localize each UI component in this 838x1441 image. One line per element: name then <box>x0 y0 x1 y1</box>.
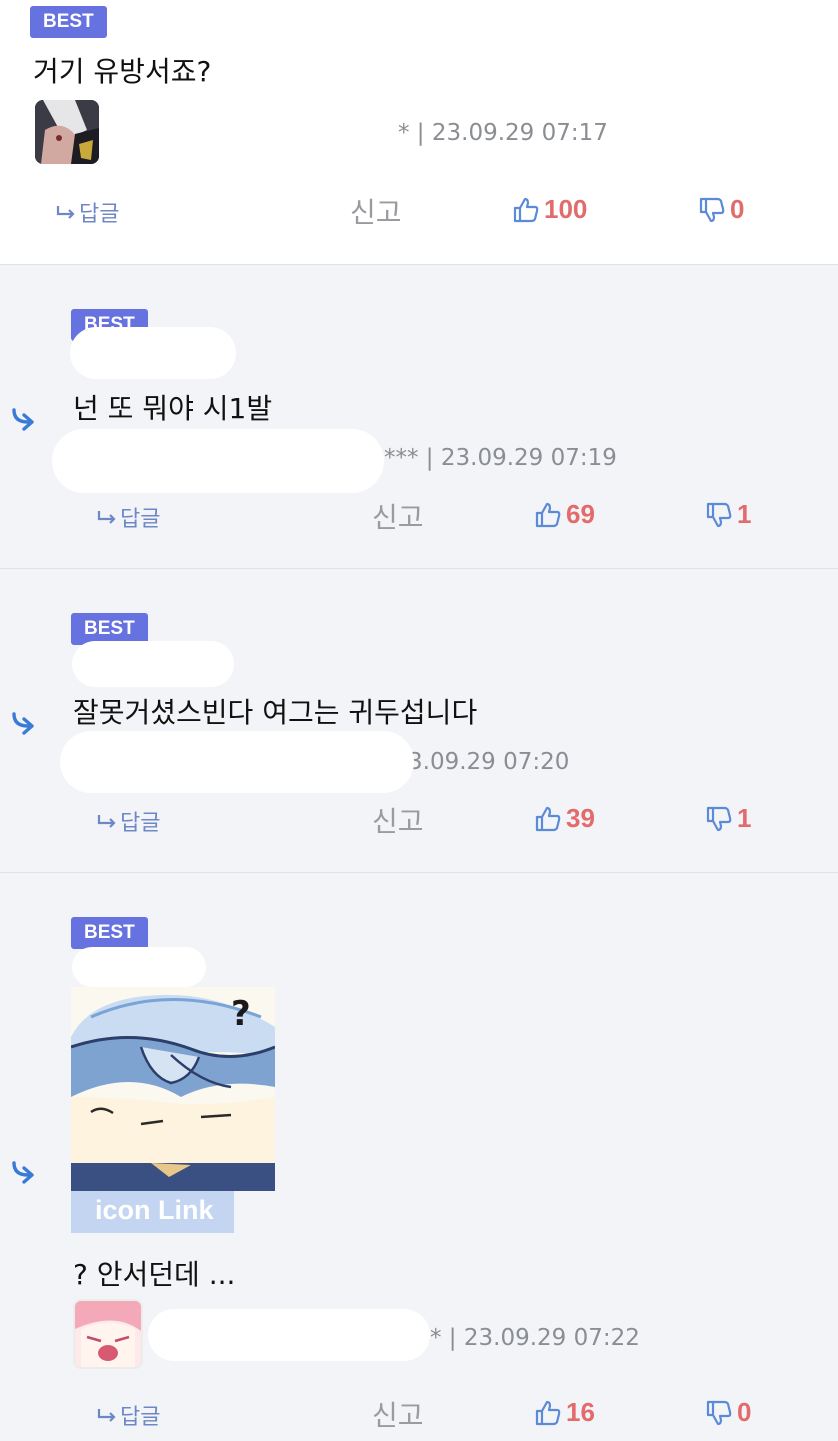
best-badge: BEST <box>30 6 107 38</box>
comment-meta: 3.09.29 07:20 <box>408 749 570 775</box>
reply-label: 답글 <box>120 811 161 836</box>
comment-meta: *** | 23.09.29 07:19 <box>384 445 617 471</box>
reply-arrow-icon <box>97 511 116 524</box>
dislike-count: 0 <box>737 1397 752 1427</box>
comment-meta: * | 23.09.29 07:22 <box>430 1325 640 1351</box>
redacted-username <box>72 947 206 987</box>
comment-text: 넌 또 뭐야 시1발 <box>73 392 273 425</box>
redacted-username <box>72 641 234 687</box>
dislike-button[interactable]: 1 <box>705 499 751 530</box>
report-button[interactable]: 신고 <box>372 1394 424 1434</box>
svg-text:?: ? <box>231 994 251 1034</box>
thumbs-down-icon <box>706 806 732 831</box>
reply-label: 답글 <box>120 507 161 532</box>
like-button[interactable]: 39 <box>534 803 595 834</box>
like-count: 100 <box>544 194 588 224</box>
dislike-count: 1 <box>737 499 752 529</box>
reply-arrow-icon <box>97 1409 116 1422</box>
avatar[interactable] <box>35 100 99 164</box>
comment-meta: * | 23.09.29 07:17 <box>398 120 608 146</box>
thumbs-down-icon <box>706 502 732 527</box>
thumbs-up-icon <box>535 1400 561 1425</box>
reply-button[interactable]: 답글 <box>96 805 160 837</box>
report-button[interactable]: 신고 <box>372 496 424 536</box>
comment-1: BEST 거기 유방서죠? * | 23.09.29 07:17 답글 신고 1… <box>0 0 838 264</box>
like-count: 69 <box>566 499 595 529</box>
like-count: 16 <box>566 1397 595 1427</box>
thumbs-up-icon <box>535 806 561 831</box>
report-button[interactable]: 신고 <box>350 191 402 231</box>
thumbs-down-icon <box>706 1400 732 1425</box>
reply-label: 답글 <box>79 202 120 227</box>
comment-2: BEST 넌 또 뭐야 시1발 *** | 23.09.29 07:19 답글 … <box>0 264 838 569</box>
attached-image[interactable]: ? <box>71 987 275 1191</box>
comment-4: BEST ? icon Link ? 안서던데 ... * | 23.09.29… <box>0 872 838 1441</box>
like-button[interactable]: 69 <box>534 499 595 530</box>
dislike-count: 0 <box>730 194 745 224</box>
report-button[interactable]: 신고 <box>372 800 424 840</box>
nested-reply-arrow-icon <box>12 408 34 431</box>
icon-link[interactable]: icon Link <box>71 1191 234 1233</box>
thumbs-down-icon <box>699 197 725 222</box>
dislike-button[interactable]: 1 <box>705 803 751 834</box>
comment-3: BEST 잘못거셨스빈다 여그는 귀두섭니다 3.09.29 07:20 답글 … <box>0 568 838 873</box>
like-button[interactable]: 100 <box>512 194 587 225</box>
best-badge: BEST <box>71 917 148 949</box>
reply-button[interactable]: 답글 <box>96 1399 160 1431</box>
redacted-avatar <box>52 429 384 493</box>
redacted-username <box>70 327 236 379</box>
thumbs-up-icon <box>535 502 561 527</box>
dislike-count: 1 <box>737 803 752 833</box>
reply-label: 답글 <box>120 1405 161 1430</box>
comment-text: 잘못거셨스빈다 여그는 귀두섭니다 <box>73 696 478 729</box>
like-count: 39 <box>566 803 595 833</box>
icon-link-label: icon Link <box>95 1195 214 1225</box>
like-button[interactable]: 16 <box>534 1397 595 1428</box>
reply-arrow-icon <box>97 815 116 828</box>
reply-button[interactable]: 답글 <box>55 196 119 228</box>
avatar[interactable] <box>73 1299 143 1369</box>
comment-text: 거기 유방서죠? <box>33 55 212 88</box>
dislike-button[interactable]: 0 <box>698 194 744 225</box>
nested-reply-arrow-icon <box>12 1161 34 1184</box>
reply-arrow-icon <box>56 206 75 219</box>
redacted-username <box>148 1309 430 1361</box>
thumbs-up-icon <box>513 197 539 222</box>
reply-button[interactable]: 답글 <box>96 501 160 533</box>
dislike-button[interactable]: 0 <box>705 1397 751 1428</box>
comment-text: ? 안서던데 ... <box>73 1258 236 1291</box>
nested-reply-arrow-icon <box>12 712 34 735</box>
redacted-avatar <box>60 731 414 793</box>
